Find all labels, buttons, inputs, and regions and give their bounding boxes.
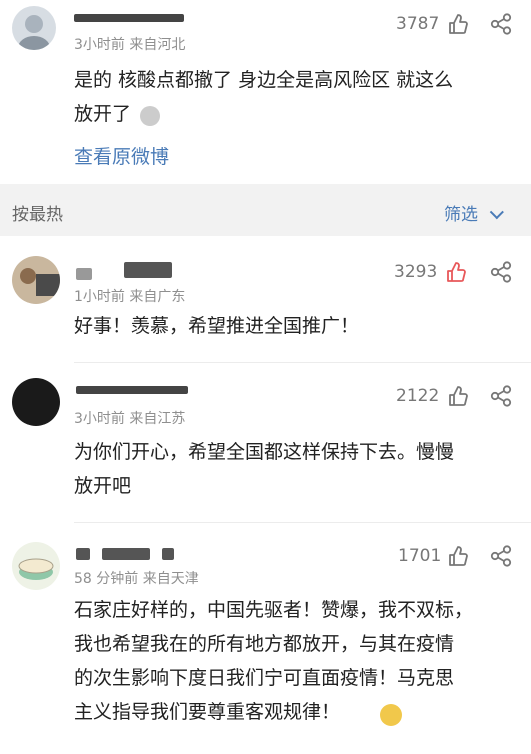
avatar[interactable] [12, 542, 60, 590]
avatar[interactable] [12, 256, 60, 304]
like-count: 3293 [394, 262, 438, 282]
thumbs-up-icon[interactable] [448, 13, 468, 35]
username-redacted [124, 262, 172, 278]
post-text-line2: 放开了 [74, 103, 132, 125]
share-icon[interactable] [490, 385, 512, 407]
emoji-icon [380, 704, 402, 726]
view-original-link[interactable]: 查看原微博 [74, 142, 169, 169]
filter-button[interactable]: 筛选 [444, 200, 505, 225]
comment-text-line2: 我也希望我在的所有地方都放开，与其在疫情 [74, 633, 455, 655]
like-count: 1701 [398, 546, 442, 566]
divider [74, 522, 531, 523]
username-redacted [74, 14, 184, 22]
thumbs-up-icon[interactable] [448, 545, 468, 567]
comment-text-line1: 石家庄好样的，中国先驱者！赞爆，我不双标， [74, 599, 474, 621]
sort-label[interactable]: 按最热 [12, 200, 63, 225]
post-meta: 3小时前 来自河北 [74, 37, 186, 53]
comment-text-line3: 的次生影响下度日我们宁可直面疫情！马克思 [74, 667, 455, 689]
comment-text: 好事！羡慕，希望推进全国推广！ [74, 315, 360, 337]
comment-text-line4: 主义指导我们要尊重客观规律！ [74, 701, 341, 723]
share-icon[interactable] [490, 545, 512, 567]
username-redacted [162, 548, 174, 560]
username-redacted [76, 548, 90, 560]
thumbs-up-icon[interactable] [448, 385, 468, 407]
avatar[interactable] [12, 6, 56, 50]
comment-text-line2: 放开吧 [74, 475, 132, 497]
username-redacted [76, 386, 188, 394]
username-redacted [76, 268, 92, 280]
like-count: 3787 [396, 14, 440, 34]
avatar[interactable] [12, 378, 60, 426]
comment-text-line1: 为你们开心，希望全国都这样保持下去。慢慢 [74, 441, 455, 463]
divider [74, 362, 531, 363]
share-icon[interactable] [490, 13, 512, 35]
like-count: 2122 [396, 386, 440, 406]
share-icon[interactable] [490, 261, 512, 283]
filter-label: 筛选 [444, 205, 478, 225]
thumbs-up-icon[interactable] [446, 261, 466, 283]
username-redacted [102, 548, 150, 560]
emoji-icon [140, 106, 160, 126]
comment-meta: 1小时前 来自广东 [74, 289, 186, 305]
post-text-line1: 是的 核酸点都撤了 身边全是高风险区 就这么 [74, 69, 454, 91]
comment-meta: 58 分钟前 来自天津 [74, 571, 199, 587]
comment-meta: 3小时前 来自江苏 [74, 411, 186, 427]
